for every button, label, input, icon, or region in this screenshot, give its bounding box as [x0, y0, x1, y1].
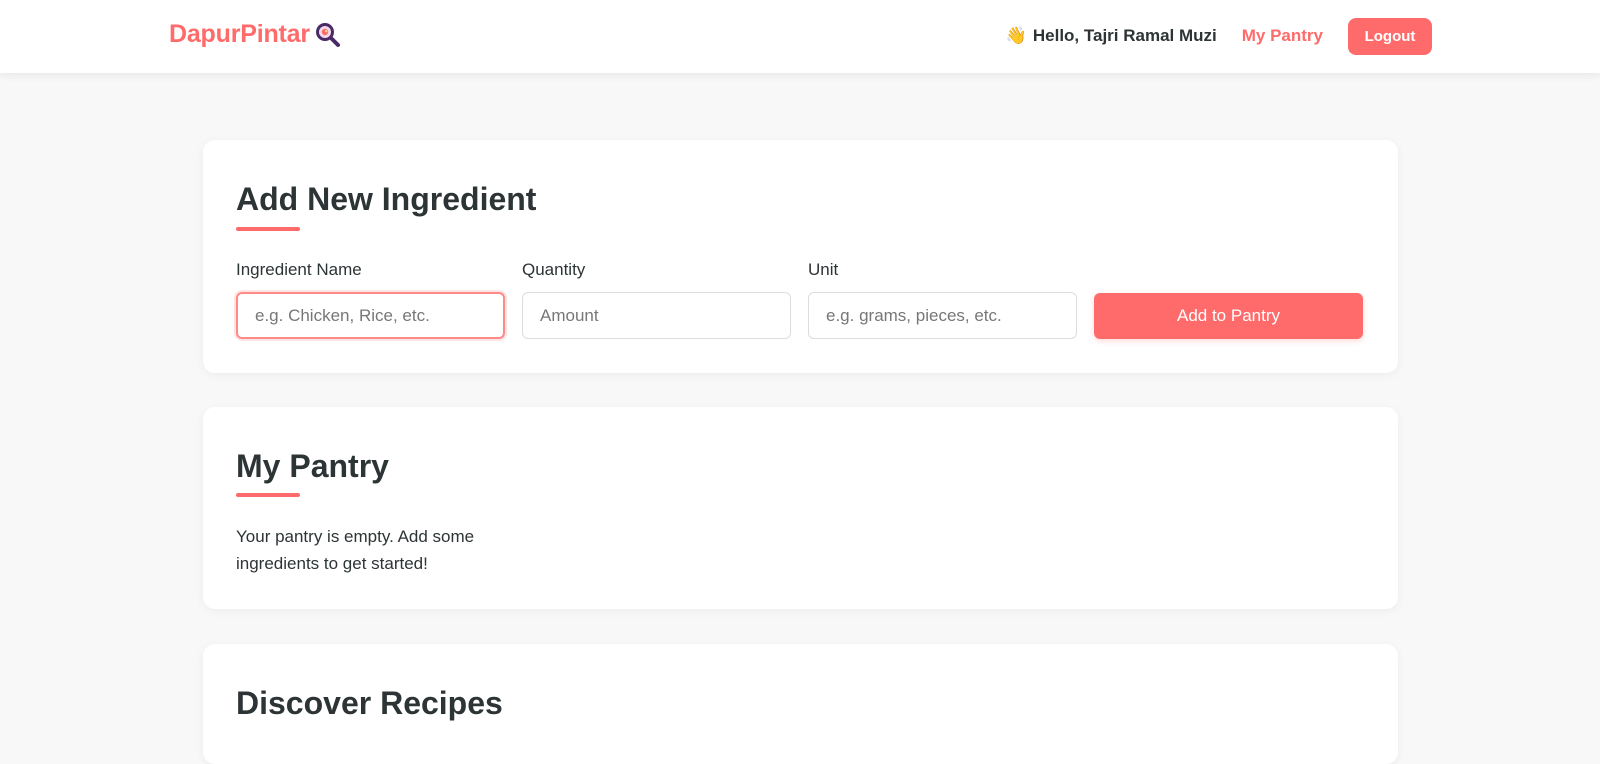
quantity-input[interactable]	[522, 292, 791, 339]
pantry-empty-message: Your pantry is empty. Add some ingredien…	[236, 527, 475, 573]
greeting-text: Hello, Tajri Ramal Muzi	[1032, 26, 1217, 45]
submit-group: Add to Pantry	[1094, 260, 1363, 339]
title-underline	[236, 227, 300, 231]
ingredient-name-input[interactable]	[236, 292, 505, 339]
title-underline	[236, 493, 300, 497]
nav-link-my-pantry[interactable]: My Pantry	[1242, 26, 1323, 46]
brand-name: DapurPintar	[169, 20, 310, 48]
user-greeting: 👋 Hello, Tajri Ramal Muzi	[1006, 26, 1217, 46]
add-ingredient-form: Ingredient Name Quantity Unit Add to Pan…	[236, 260, 1363, 339]
quantity-group: Quantity	[522, 260, 791, 339]
unit-input[interactable]	[808, 292, 1077, 339]
add-to-pantry-button[interactable]: Add to Pantry	[1094, 293, 1363, 339]
my-pantry-card: My Pantry Your pantry is empty. Add some…	[203, 407, 1398, 609]
discover-recipes-title: Discover Recipes	[236, 685, 503, 721]
brand-logo[interactable]: DapurPintar	[169, 20, 342, 49]
logout-button[interactable]: Logout	[1348, 17, 1432, 55]
waving-hand-icon: 👋	[1005, 26, 1027, 45]
ingredient-name-group: Ingredient Name	[236, 260, 505, 339]
add-ingredient-card: Add New Ingredient Ingredient Name Quant…	[203, 140, 1398, 373]
add-ingredient-title: Add New Ingredient	[236, 181, 537, 217]
navbar: DapurPintar 👋 Hello, Tajri Ramal Muzi My…	[0, 0, 1600, 73]
quantity-label: Quantity	[522, 260, 586, 279]
unit-label: Unit	[808, 260, 839, 279]
unit-group: Unit	[808, 260, 1077, 339]
magnifier-pan-icon	[314, 21, 342, 49]
nav-right: 👋 Hello, Tajri Ramal Muzi My Pantry Logo…	[1006, 17, 1432, 55]
ingredient-name-label: Ingredient Name	[236, 260, 362, 279]
my-pantry-title: My Pantry	[236, 448, 389, 484]
discover-recipes-card: Discover Recipes	[203, 644, 1398, 764]
